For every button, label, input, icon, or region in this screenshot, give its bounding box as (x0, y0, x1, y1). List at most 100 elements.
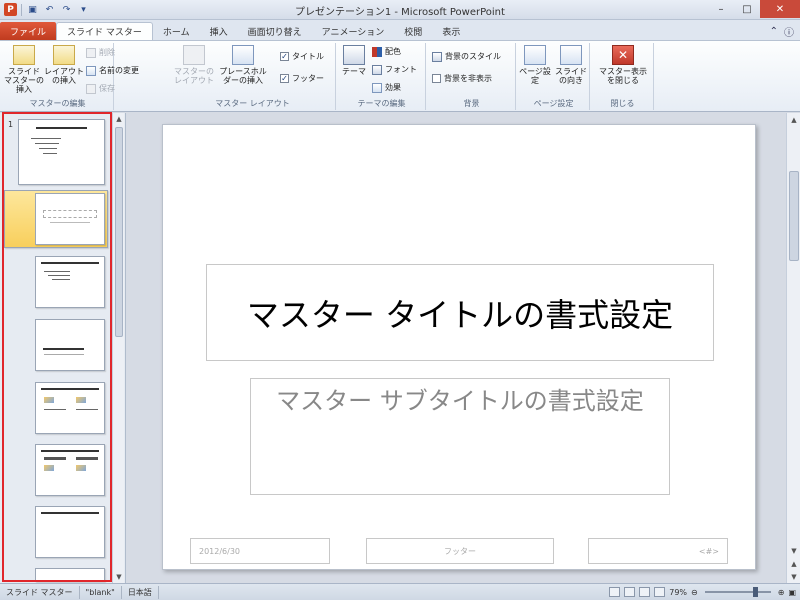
thumbnail-scrollbar[interactable]: ▲ ▼ (112, 113, 124, 583)
thumbnail-layout-two-content[interactable] (35, 382, 105, 434)
master-layout-button[interactable]: マスターのレイアウト (174, 45, 214, 85)
tab-insert[interactable]: 挿入 (200, 22, 238, 40)
maximize-button[interactable]: □ (734, 0, 760, 18)
insert-layout-button[interactable]: レイアウトの挿入 (44, 45, 84, 85)
effects-button[interactable]: 効果 (372, 82, 401, 93)
date-placeholder[interactable]: 2012/6/30 (190, 538, 330, 564)
preserve-icon (86, 83, 96, 94)
fit-to-window-icon[interactable]: ▣ (788, 588, 796, 597)
slide-show-icon[interactable] (654, 587, 666, 597)
thumbnail-slide-master[interactable] (18, 119, 105, 185)
fonts-icon (372, 64, 382, 75)
title-checkbox[interactable]: ✓ タイトル (280, 51, 324, 62)
thumb-title-line (42, 348, 84, 350)
next-slide-arrow[interactable]: ▼ (787, 570, 800, 583)
close-master-icon: ✕ (612, 45, 634, 65)
slide-scrollbar[interactable]: ▲ ▼ ▲ ▼ (786, 113, 800, 583)
tab-animations[interactable]: アニメーション (312, 22, 395, 40)
status-right: 79% ⊖ ⊕ ▣ (609, 587, 800, 597)
page-setup-icon (524, 45, 546, 65)
subtitle-placeholder[interactable]: マスター サブタイトルの書式設定 (250, 378, 670, 495)
slide-number-placeholder[interactable]: <#> (588, 538, 728, 564)
hide-background-checkbox[interactable]: 背景を非表示 (432, 73, 492, 84)
insert-placeholder-button[interactable]: プレースホルダーの挿入 (218, 45, 268, 85)
thumb-heading (44, 457, 66, 460)
thumb-bullet (48, 275, 70, 276)
zoom-in-icon[interactable]: ⊕ (778, 588, 785, 597)
tab-review[interactable]: 校閲 (394, 22, 432, 40)
footer-checkbox-box[interactable]: ✓ (280, 74, 289, 83)
hide-background-box[interactable] (432, 74, 441, 83)
zoom-slider-knob[interactable] (752, 587, 758, 597)
tab-view[interactable]: 表示 (432, 22, 470, 40)
zoom-slider[interactable] (704, 587, 771, 597)
thumb-heading (76, 457, 98, 460)
effects-icon (372, 82, 382, 93)
minimize-ribbon-icon[interactable]: ⌃ (770, 26, 778, 37)
thumbnail-layout-comparison[interactable] (35, 444, 105, 496)
colors-icon (372, 46, 382, 57)
slide-scrollbar-thumb[interactable] (789, 171, 799, 261)
layout-icon (53, 45, 75, 65)
tab-home[interactable]: ホーム (153, 22, 200, 40)
normal-view-icon[interactable] (609, 587, 621, 597)
slide-orientation-button[interactable]: スライドの向き (552, 45, 590, 85)
group-label-edit-master: マスターの編集 (29, 99, 86, 108)
thumbnail-layout-content[interactable] (35, 256, 105, 308)
slide-master-icon (13, 45, 35, 65)
minimize-button[interactable]: – (708, 0, 734, 18)
thumb-title-line (41, 262, 99, 264)
background-styles-button[interactable]: 背景のスタイル (432, 51, 501, 62)
thumb-image (44, 465, 54, 471)
thumb-title-line (41, 512, 99, 514)
ribbon-right-controls: ⌃ ⓘ (770, 22, 800, 40)
themes-button[interactable]: テーマ (338, 45, 370, 76)
title-checkbox-box[interactable]: ✓ (280, 52, 289, 61)
thumbnail-title-layout[interactable] (35, 193, 105, 245)
rename-button[interactable]: 名前の変更 (86, 65, 139, 76)
master-layout-icon (183, 45, 205, 65)
tab-slide-master[interactable]: スライド マスター (56, 22, 153, 40)
footer-checkbox[interactable]: ✓ フッター (280, 73, 324, 84)
delete-icon (86, 47, 96, 58)
thumbnail-layout-section[interactable] (35, 319, 105, 371)
tab-transitions[interactable]: 画面切り替え (238, 22, 312, 40)
group-page-setup: ページ設定 スライドの向き ページ設定 (518, 43, 590, 110)
close-master-view-button[interactable]: ✕ マスター表示を閉じる (596, 45, 650, 85)
slide-sorter-view-icon[interactable] (624, 587, 636, 597)
ribbon: スライド マスターの挿入 レイアウトの挿入 削除 名前の変更 保存 マスターの編… (0, 40, 800, 112)
group-label-background: 背景 (463, 99, 480, 108)
preserve-button[interactable]: 保存 (86, 83, 115, 94)
delete-button[interactable]: 削除 (86, 47, 115, 58)
previous-slide-arrow[interactable]: ▲ (787, 557, 800, 570)
thumbnail-layout-title-only[interactable] (35, 506, 105, 558)
slide-canvas[interactable]: マスター タイトルの書式設定 マスター サブタイトルの書式設定 2012/6/3… (162, 124, 756, 570)
reading-view-icon[interactable] (639, 587, 651, 597)
status-language[interactable]: 日本語 (122, 585, 159, 599)
page-setup-button[interactable]: ページ設定 (518, 45, 552, 85)
footer-placeholder[interactable]: フッター (366, 538, 554, 564)
ribbon-tabs: ファイル スライド マスター ホーム 挿入 画面切り替え アニメーション 校閲 … (0, 20, 800, 40)
fonts-button[interactable]: フォント (372, 64, 417, 75)
thumbnail-layout-blank[interactable] (35, 568, 105, 582)
tab-file[interactable]: ファイル (0, 22, 57, 40)
thumb-bullet (39, 148, 57, 149)
slide-scroll-down-arrow[interactable]: ▼ (787, 544, 800, 557)
title-placeholder[interactable]: マスター タイトルの書式設定 (206, 264, 714, 361)
scroll-down-arrow[interactable]: ▼ (113, 571, 125, 583)
rename-icon (86, 65, 96, 76)
zoom-level[interactable]: 79% (669, 588, 687, 597)
thumb-title-line (41, 450, 99, 452)
help-icon[interactable]: ⓘ (784, 24, 794, 39)
thumb-bullet (35, 143, 59, 144)
title-bar: P ▣ ↶ ↷ ▾ プレゼンテーション1 - Microsoft PowerPo… (0, 0, 800, 20)
scrollbar-thumb[interactable] (115, 127, 123, 337)
group-label-edit-theme: テーマの編集 (357, 99, 406, 108)
colors-button[interactable]: 配色 (372, 46, 401, 57)
insert-slide-master-button[interactable]: スライド マスターの挿入 (4, 45, 44, 94)
slide-scroll-up-arrow[interactable]: ▲ (787, 113, 800, 126)
status-view: スライド マスター (0, 585, 80, 599)
scroll-up-arrow[interactable]: ▲ (113, 113, 125, 125)
zoom-out-icon[interactable]: ⊖ (691, 588, 698, 597)
close-window-button[interactable]: ✕ (760, 0, 800, 18)
